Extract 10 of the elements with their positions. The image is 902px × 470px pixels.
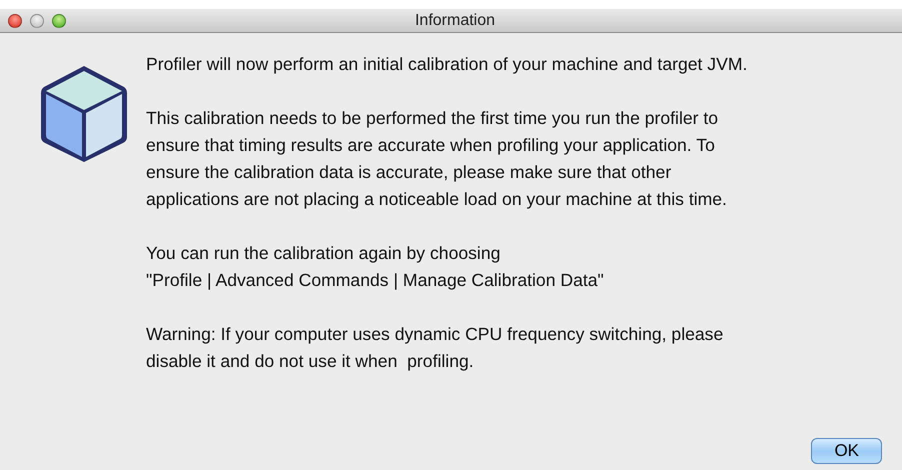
message-text: You can run the calibration again by choosing "Profile | Advanced Commands | Manage Calibration Data" (146, 242, 605, 292)
close-button[interactable] (8, 14, 22, 28)
message-text: This calibration needs to be performed the first time you run the profiler to ensure that timing results are accurate when profiling your application. To ensure the calibration data is accurate, please make sure that other applications are not placing a noticeable load on your machine at this time. (146, 107, 728, 211)
ok-button[interactable]: OK (811, 438, 882, 464)
message-text: Profiler will now perform an initial calibration of your machine and target JVM. (146, 53, 748, 76)
message-text: Warning: If your computer uses dynamic CPU frequency switching, please disable it and do not use it when profiling. (146, 323, 724, 373)
zoom-button[interactable] (52, 14, 66, 28)
window-title: Information (414, 10, 496, 30)
minimize-button[interactable] (30, 14, 44, 28)
cube-icon (38, 63, 130, 165)
